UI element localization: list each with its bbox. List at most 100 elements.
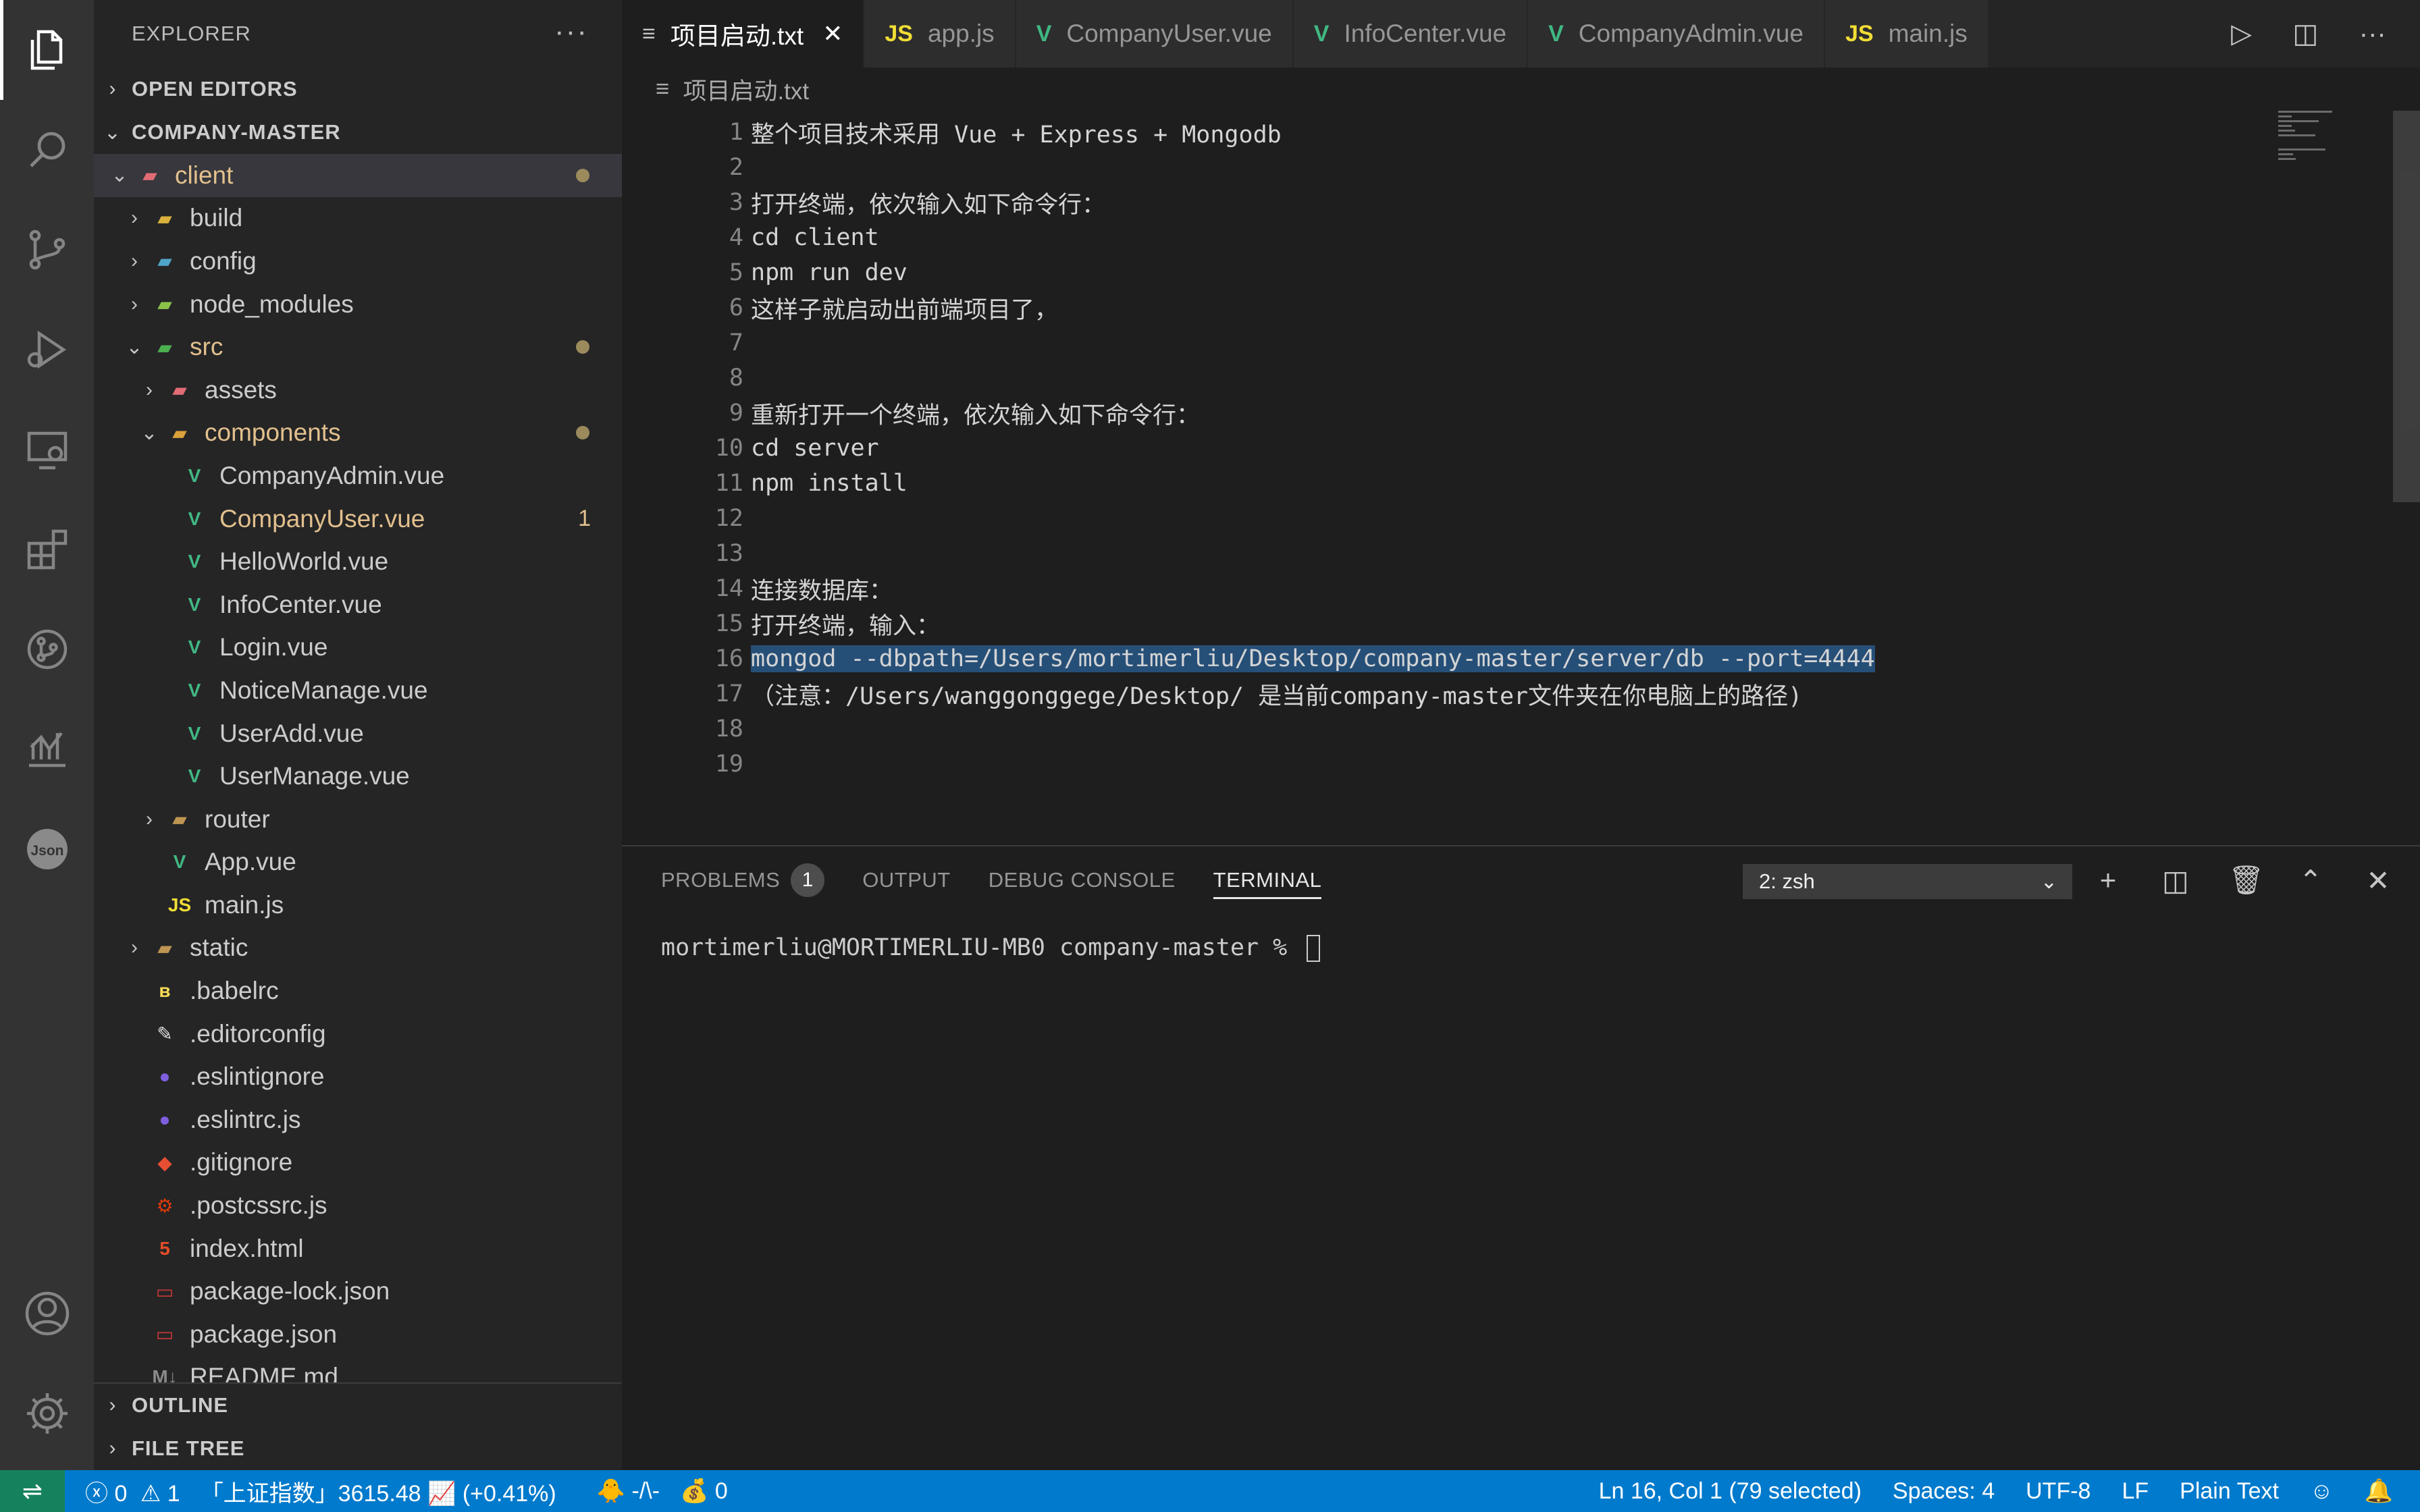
editor-line[interactable]: 6 这样子就启动出前端项目了， — [622, 290, 1058, 325]
minimap[interactable] — [2278, 111, 2386, 192]
account-icon[interactable] — [0, 1264, 94, 1364]
file-item[interactable]: ʙ .babelrc — [94, 969, 622, 1013]
editor-tab[interactable]: JS app.js — [864, 0, 1016, 68]
editor-tab[interactable]: V CompanyAdmin.vue — [1528, 0, 1825, 68]
search-icon[interactable] — [0, 100, 94, 200]
file-item[interactable]: V UserAdd.vue — [94, 712, 622, 755]
notifications-bell-icon[interactable]: 🔔 — [2365, 1478, 2393, 1505]
editor-line[interactable]: 19 — [622, 747, 743, 782]
close-tab-icon[interactable]: ✕ — [822, 20, 843, 48]
editor-line[interactable]: 9 重新打开一个终端，依次输入如下命令行： — [622, 396, 1200, 431]
run-debug-icon[interactable] — [0, 300, 94, 400]
end-of-line[interactable]: LF — [2122, 1478, 2149, 1505]
tab-output[interactable]: OUTPUT — [862, 846, 950, 914]
terminal-output[interactable]: mortimerliu@MORTIMERLIU-MB0 company-mast… — [661, 934, 1321, 962]
extensions-icon[interactable] — [0, 500, 94, 599]
folder-item[interactable]: ⌄ ▰ src — [94, 325, 622, 369]
project-section[interactable]: ⌄ COMPANY-MASTER — [94, 111, 622, 154]
close-panel-icon[interactable]: ✕ — [2363, 864, 2393, 897]
outline-section[interactable]: › OUTLINE — [94, 1384, 622, 1427]
file-item[interactable]: ● .eslintignore — [94, 1055, 622, 1098]
file-item[interactable]: ⚙ .postcssrc.js — [94, 1184, 622, 1227]
file-item[interactable]: ▭ package-lock.json — [94, 1270, 622, 1313]
editor-line[interactable]: 18 — [622, 711, 743, 747]
new-terminal-icon[interactable]: + — [2093, 864, 2123, 897]
editor-line[interactable]: 14 连接数据库： — [622, 571, 893, 606]
language-mode[interactable]: Plain Text — [2180, 1478, 2279, 1505]
editor-line[interactable]: 2 — [622, 150, 743, 185]
file-item[interactable]: ◆ .gitignore — [94, 1141, 622, 1185]
explorer-icon[interactable] — [0, 0, 94, 100]
more-actions-icon[interactable]: ··· — [554, 15, 588, 49]
run-icon[interactable]: ▷ — [2231, 18, 2252, 49]
file-item[interactable]: 5 index.html — [94, 1227, 622, 1270]
maximize-panel-icon[interactable]: ⌃ — [2296, 864, 2325, 897]
file-item[interactable]: V App.vue — [94, 841, 622, 884]
split-editor-icon[interactable]: ◫ — [2292, 18, 2318, 49]
cursor-position[interactable]: Ln 16, Col 1 (79 selected) — [1599, 1478, 1862, 1505]
problems-status[interactable]: ⓧ 0 ⚠ 1 — [85, 1475, 180, 1508]
folder-item[interactable]: › ▰ node_modules — [94, 283, 622, 326]
editor-line[interactable]: 7 — [622, 325, 743, 360]
tab-terminal[interactable]: TERMINAL — [1213, 846, 1322, 914]
settings-gear-icon[interactable] — [0, 1364, 94, 1463]
editor-line[interactable]: 13 — [622, 536, 743, 571]
editor-line[interactable]: 4 cd client — [622, 220, 879, 255]
file-item[interactable]: V Login.vue — [94, 626, 622, 670]
editor-line[interactable]: 3 打开终端，依次输入如下命令行： — [622, 185, 1105, 220]
trash-icon[interactable]: 🗑 — [2228, 864, 2264, 897]
file-item[interactable]: V HelloWorld.vue — [94, 540, 622, 583]
text-editor[interactable]: 1 整个项目技术采用 Vue + Express + Mongodb 2 3 打开终端，… — [622, 111, 2420, 845]
git-graph-icon[interactable] — [0, 599, 94, 699]
split-terminal-icon[interactable]: ◫ — [2161, 864, 2190, 897]
file-item[interactable]: V NoticeManage.vue — [94, 669, 622, 712]
file-item[interactable]: V CompanyUser.vue 1 — [94, 497, 622, 541]
folder-item[interactable]: ⌄ ▰ components — [94, 412, 622, 455]
source-control-icon[interactable] — [0, 200, 94, 300]
indentation[interactable]: Spaces: 4 — [1893, 1478, 1995, 1505]
editor-line[interactable]: 11 npm install — [622, 466, 908, 501]
breadcrumb[interactable]: ≡ 项目启动.txt — [622, 68, 809, 111]
file-item[interactable]: V InfoCenter.vue — [94, 583, 622, 626]
editor-line[interactable]: 5 npm run dev — [622, 255, 908, 290]
file-item[interactable]: V UserManage.vue — [94, 755, 622, 798]
folder-item[interactable]: ⌄ ▰ client — [94, 154, 622, 197]
stock-status[interactable]: 「上证指数」3615.48 📈 (+0.41%) — [201, 1475, 556, 1508]
editor-line[interactable]: 15 打开终端，输入： — [622, 606, 940, 641]
file-tree-section[interactable]: › FILE TREE — [94, 1427, 622, 1470]
file-item[interactable]: V CompanyAdmin.vue — [94, 454, 622, 497]
terminal-select[interactable]: 2: zsh ⌄ — [1743, 864, 2072, 899]
editor-line[interactable]: 8 — [622, 360, 743, 396]
editor-line[interactable]: 17 （注意：/Users/wanggonggege/Desktop/ 是当前co… — [622, 676, 1802, 711]
feedback-icon[interactable]: ☺ — [2310, 1478, 2334, 1505]
editor-line[interactable]: 16 mongod --dbpath=/Users/mortimerliu/Des… — [622, 641, 1875, 676]
extension-status-1[interactable]: 🐥 -/\- — [597, 1478, 660, 1505]
editor-tab[interactable]: ≡ 项目启动.txt ✕ — [622, 0, 865, 68]
open-editors-section[interactable]: › OPEN EDITORS — [94, 68, 622, 111]
folder-item[interactable]: › ▰ build — [94, 197, 622, 240]
json-icon[interactable]: Json — [0, 799, 94, 899]
file-item[interactable]: ● .eslintrc.js — [94, 1098, 622, 1141]
tab-problems[interactable]: PROBLEMS 1 — [661, 846, 825, 914]
extension-status-2[interactable]: 💰 0 — [680, 1478, 728, 1505]
encoding[interactable]: UTF-8 — [2026, 1478, 2090, 1505]
folder-item[interactable]: › ▰ assets — [94, 369, 622, 412]
remote-explorer-icon[interactable] — [0, 400, 94, 500]
file-item[interactable]: JS main.js — [94, 884, 622, 927]
editor-line[interactable]: 12 — [622, 501, 743, 536]
editor-tab[interactable]: V CompanyUser.vue — [1016, 0, 1294, 68]
tab-debug-console[interactable]: DEBUG CONSOLE — [989, 846, 1176, 914]
editor-line[interactable]: 1 整个项目技术采用 Vue + Express + Mongodb — [622, 115, 1282, 150]
editor-line[interactable]: 10 cd server — [622, 431, 879, 466]
analytics-icon[interactable] — [0, 699, 94, 799]
folder-item[interactable]: › ▰ router — [94, 798, 622, 841]
file-item[interactable]: ✎ .editorconfig — [94, 1013, 622, 1056]
more-icon[interactable]: ··· — [2359, 19, 2386, 49]
editor-scrollbar[interactable] — [2393, 111, 2420, 502]
folder-item[interactable]: › ▰ config — [94, 240, 622, 283]
folder-item[interactable]: › ▰ static — [94, 927, 622, 970]
editor-tab[interactable]: JS main.js — [1824, 0, 1989, 68]
remote-icon[interactable]: ⇌ — [0, 1470, 65, 1512]
file-item[interactable]: ▭ package.json — [94, 1313, 622, 1356]
editor-tab[interactable]: V InfoCenter.vue — [1293, 0, 1529, 68]
